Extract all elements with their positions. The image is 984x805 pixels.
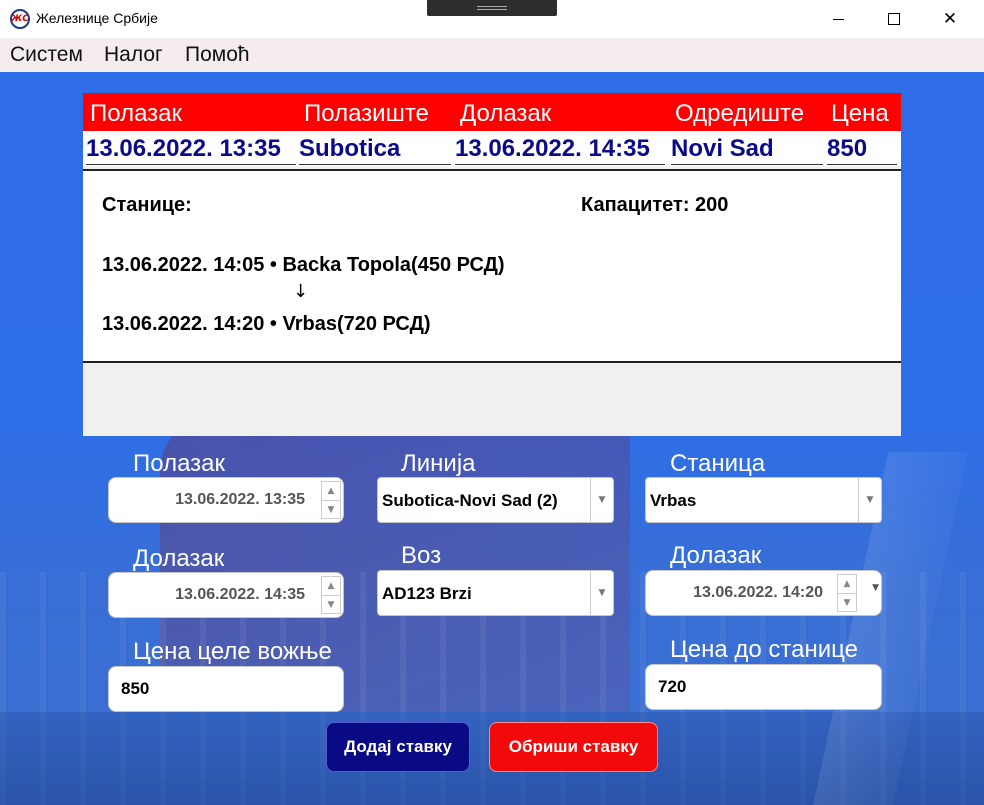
station-price-label: Цена до станице	[670, 636, 858, 663]
cell-price: 850	[827, 135, 897, 165]
station-stop-1: 13.06.2022. 14:05 • Backa Topola(450 РСД…	[102, 254, 505, 276]
chevron-down-icon[interactable]: ▼	[858, 478, 881, 522]
grid-header: Полазак Полазиште Долазак Одредиште Цена	[83, 93, 901, 131]
arrival-spinner[interactable]: ▲ ▼	[321, 576, 341, 614]
station-arrival-label: Долазак	[670, 542, 762, 569]
arrival-datetime-value: 13.06.2022. 14:35	[175, 586, 305, 603]
full-price-label: Цена целе вожње	[133, 638, 332, 665]
header-arrival[interactable]: Долазак	[460, 100, 551, 128]
minimize-button[interactable]	[815, 0, 861, 38]
full-price-input[interactable]	[108, 666, 344, 712]
spin-down-icon[interactable]: ▼	[322, 501, 340, 519]
departure-datetime-picker[interactable]: 13.06.2022. 13:35 ▲ ▼	[108, 477, 344, 523]
minimize-icon	[832, 18, 844, 20]
spin-down-icon[interactable]: ▼	[838, 594, 856, 612]
logo-text: ЖС	[11, 14, 29, 24]
departure-label: Полазак	[133, 450, 226, 477]
drag-handle[interactable]	[427, 0, 557, 16]
station-arrival-datetime-picker[interactable]: 13.06.2022. 14:20 ▲ ▼ ▼	[645, 570, 882, 616]
menu-item-help[interactable]: Помоћ	[185, 43, 250, 67]
spin-down-icon[interactable]: ▼	[322, 596, 340, 614]
app-logo-icon: ЖС	[10, 9, 30, 29]
station-label: Станица	[670, 450, 766, 477]
line-label: Линија	[401, 450, 476, 477]
stations-label: Станице:	[102, 194, 192, 216]
station-arrival-datetime-value: 13.06.2022. 14:20	[693, 584, 823, 601]
header-origin[interactable]: Полазиште	[304, 100, 429, 128]
departure-spinner[interactable]: ▲ ▼	[321, 481, 341, 519]
station-stop-2: 13.06.2022. 14:20 • Vrbas(720 РСД)	[102, 313, 431, 335]
line-select[interactable]: Subotica-Novi Sad (2) ▼	[377, 477, 614, 523]
menu-item-account[interactable]: Налог	[104, 43, 163, 67]
close-button[interactable]: ✕	[927, 0, 973, 38]
title-bar: ЖС Железнице Србије ✕	[0, 0, 984, 38]
menu-item-system[interactable]: Систем	[10, 43, 83, 67]
cell-arrival: 13.06.2022. 14:35	[455, 135, 665, 165]
spin-up-icon[interactable]: ▲	[322, 482, 340, 501]
row-details: Станице: Капацитет: 200 13.06.2022. 14:0…	[83, 169, 901, 363]
maximize-icon	[888, 13, 900, 25]
spin-up-icon[interactable]: ▲	[322, 577, 340, 596]
header-destination[interactable]: Одредиште	[675, 100, 804, 128]
chevron-down-icon[interactable]: ▼	[590, 478, 613, 522]
station-select-value: Vrbas	[650, 491, 697, 510]
train-label: Воз	[401, 542, 442, 569]
train-select-value: AD123 Brzi	[382, 584, 472, 603]
menu-bar: Систем Налог Помоћ	[0, 38, 984, 72]
departures-panel: Полазак Полазиште Долазак Одредиште Цена…	[83, 93, 901, 436]
cell-origin: Subotica	[299, 135, 451, 165]
close-icon: ✕	[942, 8, 958, 29]
table-row[interactable]: 13.06.2022. 13:35 Subotica 13.06.2022. 1…	[83, 131, 901, 166]
arrival-datetime-picker[interactable]: 13.06.2022. 14:35 ▲ ▼	[108, 572, 344, 618]
train-select[interactable]: AD123 Brzi ▼	[377, 570, 614, 616]
window-title: Железнице Србије	[36, 10, 158, 26]
header-price[interactable]: Цена	[831, 100, 889, 128]
station-select[interactable]: Vrbas ▼	[645, 477, 882, 523]
maximize-button[interactable]	[871, 0, 917, 38]
chevron-down-icon[interactable]: ▼	[590, 571, 613, 615]
arrow-down-icon: ↓	[293, 281, 309, 302]
capacity-text: Капацитет: 200	[581, 194, 729, 216]
cell-destination: Novi Sad	[671, 135, 823, 165]
cell-departure: 13.06.2022. 13:35	[86, 135, 296, 165]
station-price-input[interactable]	[645, 664, 882, 710]
arrival-label: Долазак	[133, 545, 225, 572]
line-select-value: Subotica-Novi Sad (2)	[382, 491, 558, 510]
spin-up-icon[interactable]: ▲	[838, 575, 856, 594]
chevron-down-icon[interactable]: ▼	[872, 583, 879, 593]
departure-datetime-value: 13.06.2022. 13:35	[175, 491, 305, 508]
header-departure[interactable]: Полазак	[90, 100, 182, 128]
add-item-button[interactable]: Додај ставку	[326, 722, 470, 772]
delete-item-button[interactable]: Обриши ставку	[489, 722, 658, 772]
station-arrival-spinner[interactable]: ▲ ▼	[837, 574, 857, 612]
